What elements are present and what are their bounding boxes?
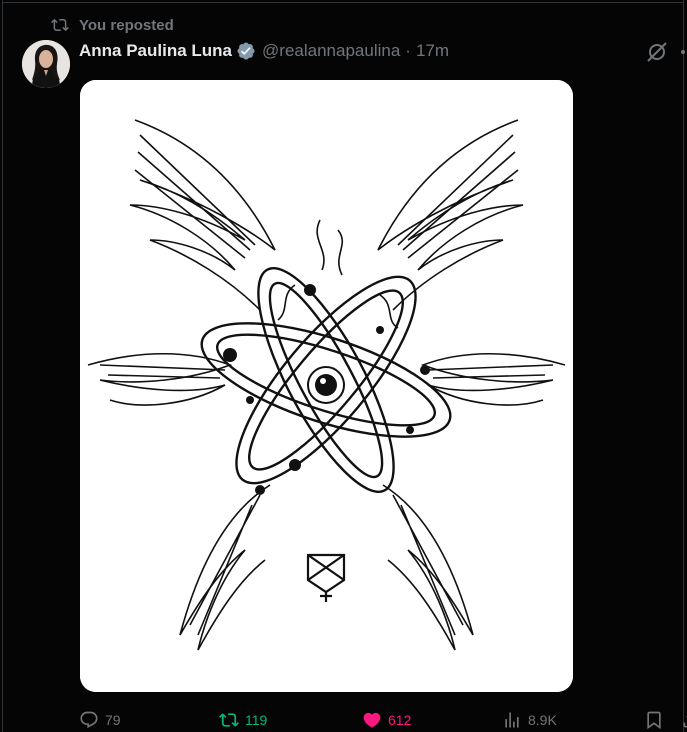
repost-banner-text: You reposted xyxy=(79,16,174,34)
reply-button[interactable]: 79 xyxy=(79,707,121,732)
timestamp[interactable]: 17m xyxy=(416,41,449,61)
reply-count: 79 xyxy=(105,711,121,728)
share-icon xyxy=(683,715,687,727)
verified-badge-icon[interactable] xyxy=(236,41,256,61)
column-border-right xyxy=(683,0,684,732)
share-button[interactable] xyxy=(681,707,687,732)
repost-count: 119 xyxy=(245,711,268,728)
repost-icon xyxy=(51,18,69,32)
bookmark-button[interactable] xyxy=(644,707,664,732)
heart-icon xyxy=(363,712,381,728)
header-separator: · xyxy=(405,41,411,60)
views-button[interactable]: 8.9K xyxy=(502,707,557,732)
tweet-media-image[interactable] xyxy=(80,80,573,692)
like-button[interactable]: 612 xyxy=(362,707,411,732)
more-options-icon[interactable] xyxy=(677,40,687,64)
repost-button[interactable]: 119 xyxy=(219,707,267,732)
grok-icon[interactable] xyxy=(645,40,669,64)
tweet-actions-bar: 79 119 612 8.9K xyxy=(79,707,687,732)
tweet-header: Anna Paulina Luna @realannapaulina · 17m xyxy=(79,38,449,64)
author-handle[interactable]: @realannapaulina xyxy=(262,41,400,61)
repost-icon xyxy=(219,712,239,727)
bookmark-icon xyxy=(647,711,661,729)
views-icon xyxy=(505,712,519,727)
column-border-left xyxy=(2,0,3,732)
author-name[interactable]: Anna Paulina Luna xyxy=(79,41,232,61)
views-count: 8.9K xyxy=(528,711,557,728)
column-border-top xyxy=(2,2,684,3)
reply-icon xyxy=(80,711,98,728)
like-count: 612 xyxy=(388,711,412,728)
winged-rings-artwork xyxy=(80,80,573,692)
repost-banner[interactable]: You reposted xyxy=(51,14,174,36)
avatar[interactable] xyxy=(22,40,70,88)
